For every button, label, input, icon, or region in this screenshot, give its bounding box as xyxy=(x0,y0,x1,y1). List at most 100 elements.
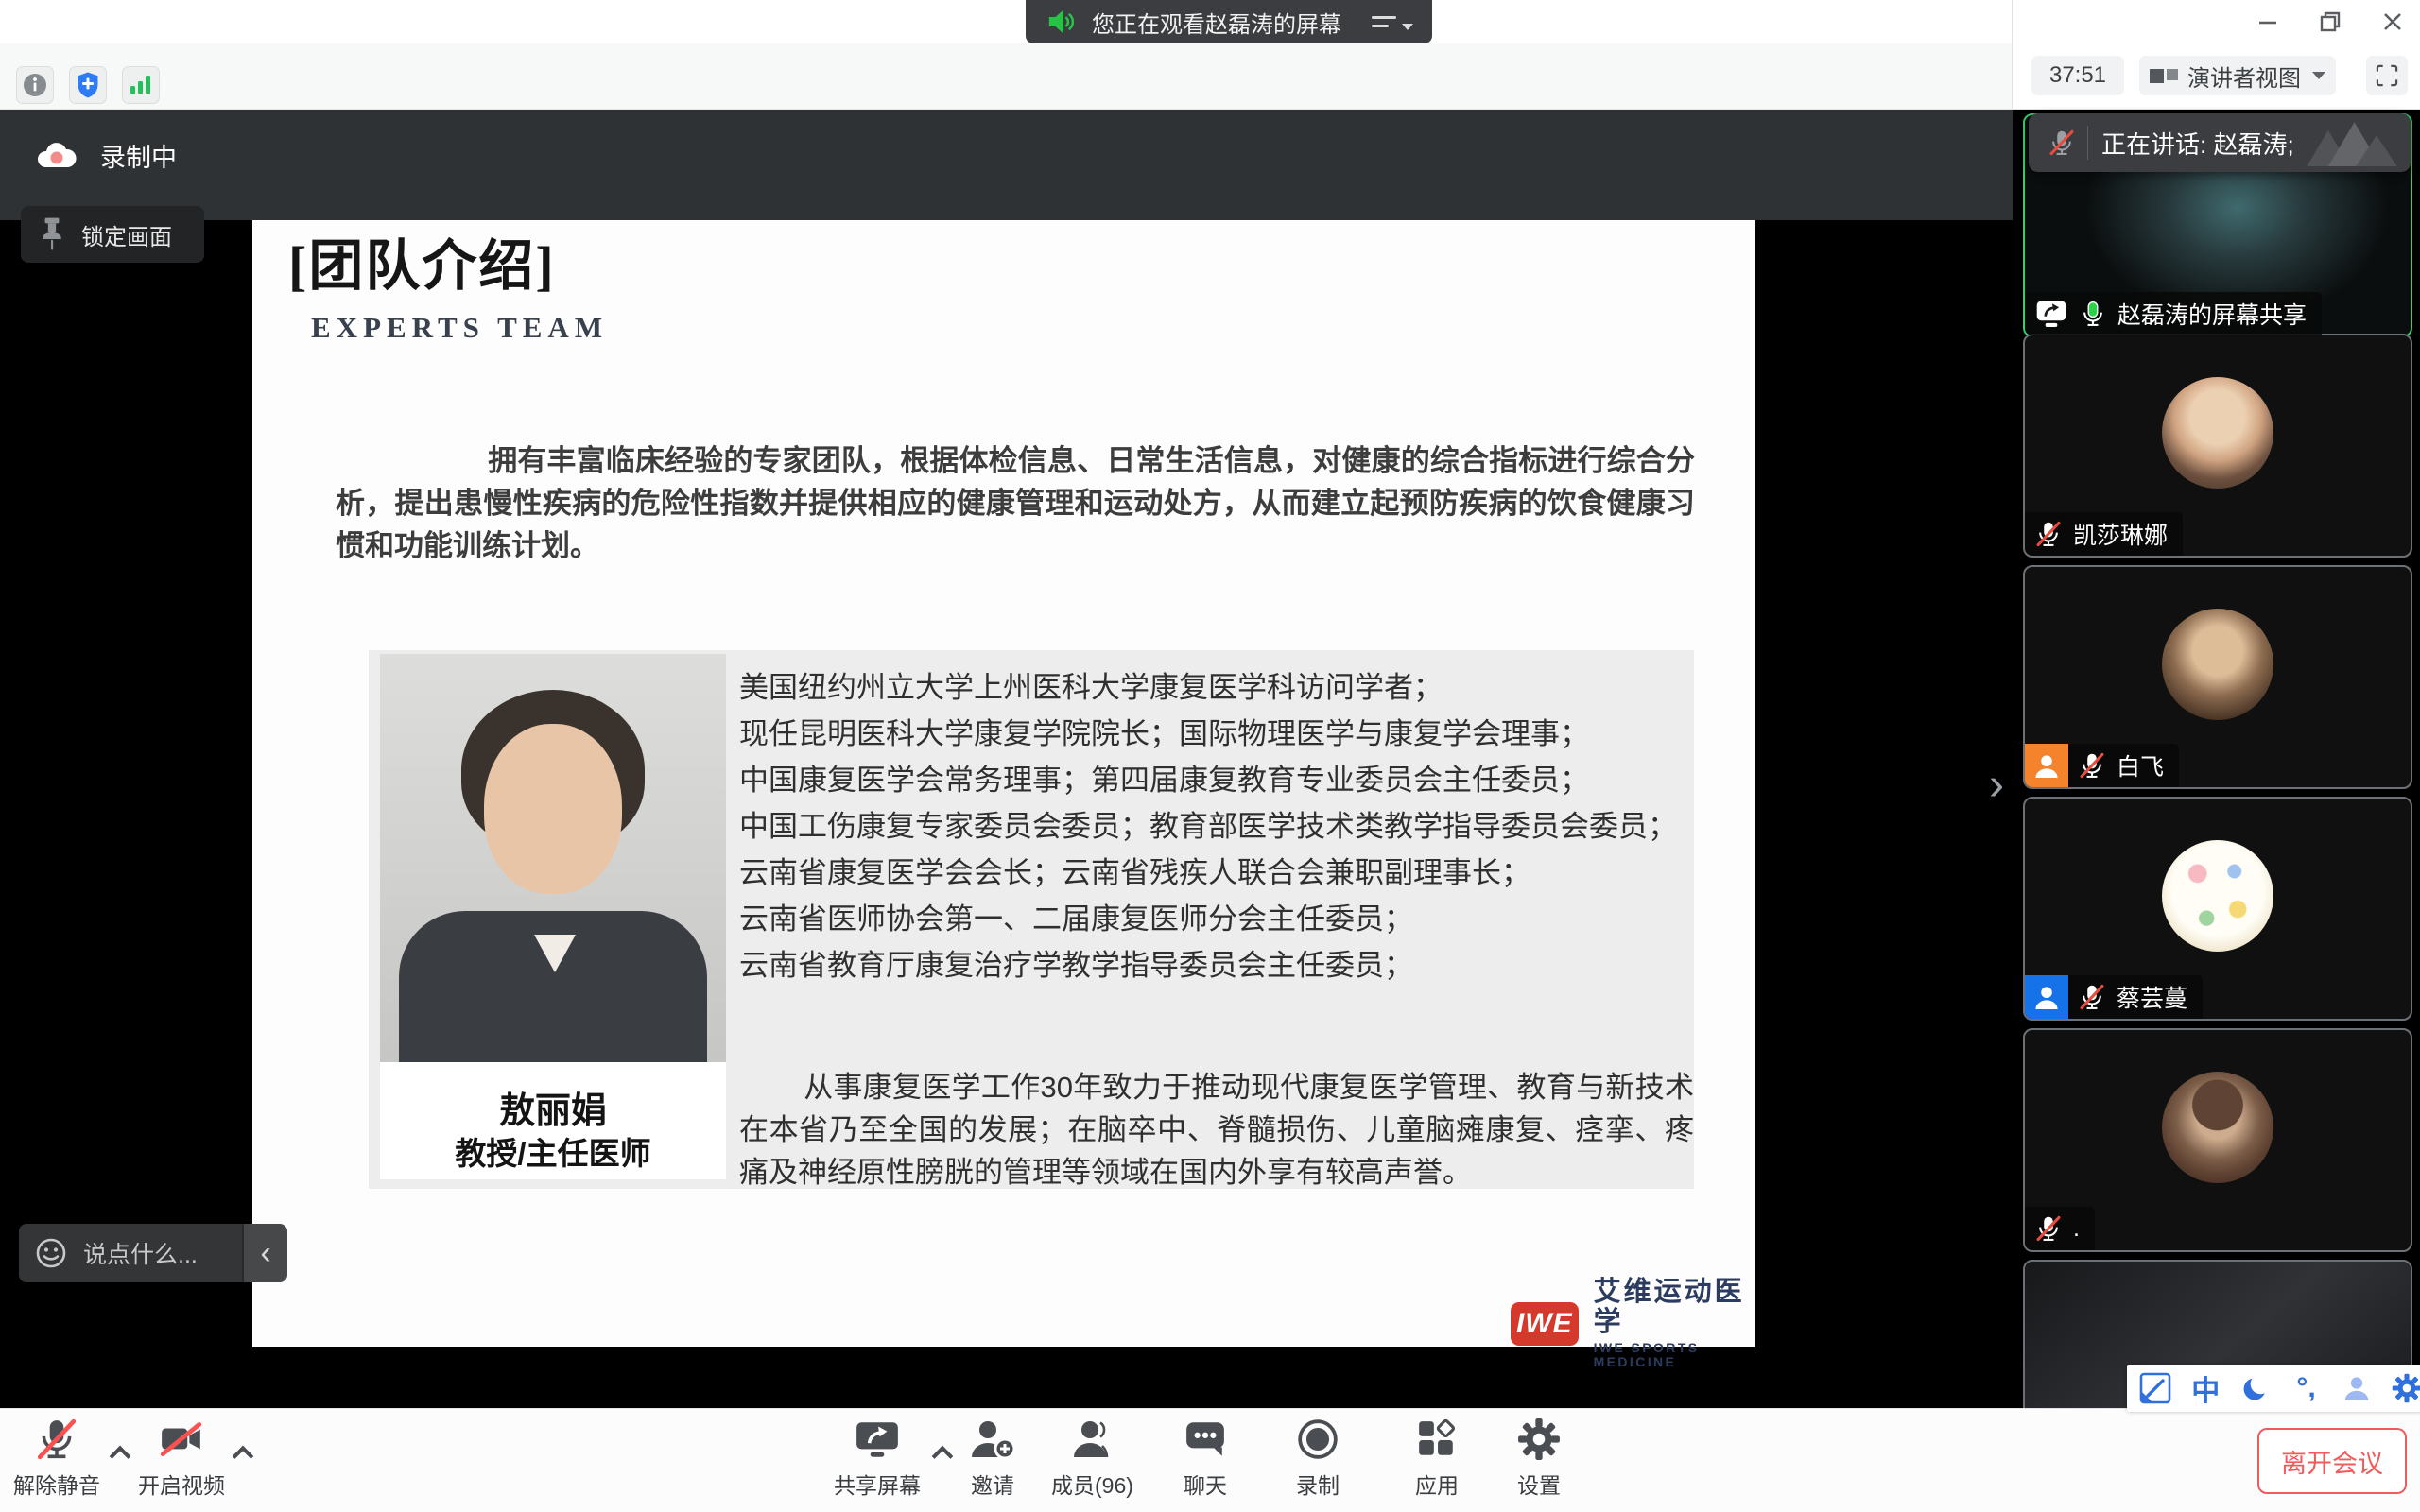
expert-photo xyxy=(380,654,726,1062)
recording-indicator: 录制中 xyxy=(34,137,177,174)
invite-label: 邀请 xyxy=(971,1468,1014,1500)
speaker-icon xyxy=(1046,8,1079,36)
participant-name: 蔡芸蔓 xyxy=(2117,980,2187,1014)
credential-item: 中国康复医学会常务理事；第四届康复教育专业委员会主任委员； xyxy=(739,757,1677,803)
hamburger-icon xyxy=(1372,16,1396,27)
meeting-timer: 37:51 xyxy=(2031,56,2124,95)
title-bar: 您正在观看赵磊涛的屏幕 xyxy=(0,0,2420,43)
participant-thumb[interactable]: 白飞 xyxy=(2023,565,2412,789)
leave-meeting-button[interactable]: 离开会议 xyxy=(2257,1428,2407,1494)
record-icon xyxy=(1296,1418,1340,1461)
ime-lang-button[interactable]: 中 xyxy=(2187,1369,2224,1407)
chat-input[interactable]: 说点什么... xyxy=(19,1224,257,1282)
emoji-icon[interactable] xyxy=(34,1236,68,1270)
caret-down-icon xyxy=(2312,72,2325,79)
banner-menu-icon[interactable] xyxy=(1372,14,1413,30)
video-options-caret[interactable] xyxy=(233,1443,253,1464)
apps-label: 应用 xyxy=(1415,1468,1459,1500)
window-controls xyxy=(2256,0,2405,43)
mic-slash-icon xyxy=(35,1418,78,1461)
invite-button[interactable]: 邀请 xyxy=(969,1418,1016,1500)
meeting-window: 您正在观看赵磊涛的屏幕 xyxy=(0,0,2420,1512)
network-stats-button[interactable] xyxy=(122,66,160,104)
expert-bio: 从事康复医学工作30年致力于推动现代康复医学管理、教育与新技术在本省乃至全国的发… xyxy=(739,1066,1694,1194)
record-button[interactable]: 录制 xyxy=(1296,1418,1340,1500)
person-badge-orange xyxy=(2025,744,2068,787)
meeting-timer-text: 37:51 xyxy=(2049,62,2106,89)
avatar xyxy=(2162,609,2273,720)
credential-item: 中国工伤康复专家委员会委员；教育部医学技术类教学指导委员会委员； xyxy=(739,803,1677,850)
ime-gear-icon[interactable] xyxy=(2388,1369,2420,1407)
chat-collapse-tab[interactable]: ‹ xyxy=(242,1224,287,1282)
person-badge-blue xyxy=(2025,975,2068,1019)
close-button[interactable] xyxy=(2380,9,2405,34)
invite-icon xyxy=(969,1418,1016,1461)
audio-options-caret[interactable] xyxy=(110,1443,130,1464)
view-mode-label: 演讲者视图 xyxy=(2187,60,2301,93)
mic-muted-icon xyxy=(2034,1212,2063,1245)
chevron-left-icon: ‹ xyxy=(260,1235,270,1272)
sidebar-collapse-handle[interactable]: › xyxy=(1979,756,2014,813)
meeting-info-button[interactable] xyxy=(16,66,54,104)
sidebar-controls: 37:51 演讲者视图 xyxy=(2013,43,2420,110)
settings-label: 设置 xyxy=(1517,1468,1561,1500)
chat-label: 聊天 xyxy=(1184,1468,1227,1500)
logo-mark: IWE xyxy=(1511,1302,1579,1346)
mic-muted-icon xyxy=(2078,749,2106,782)
start-video-button[interactable]: 开启视频 xyxy=(138,1418,225,1500)
slide-title: [团队介绍] xyxy=(288,233,556,300)
security-button[interactable] xyxy=(69,66,107,104)
share-screen-label: 共享屏幕 xyxy=(834,1468,921,1500)
lock-view-button[interactable]: 锁定画面 xyxy=(21,206,204,263)
apps-icon xyxy=(1416,1418,1458,1461)
credentials-list: 美国纽约州立大学上州医科大学康复医学科访问学者； 现任昆明医科大学康复学院院长；… xyxy=(739,664,1677,988)
watching-banner-text: 您正在观看赵磊涛的屏幕 xyxy=(1092,6,1341,39)
view-mode-button[interactable]: 演讲者视图 xyxy=(2139,56,2336,95)
settings-button[interactable]: 设置 xyxy=(1517,1418,1561,1500)
leave-meeting-label: 离开会议 xyxy=(2281,1443,2383,1480)
participant-thumb[interactable]: 蔡芸蔓 xyxy=(2023,797,2412,1021)
participant-name: . xyxy=(2073,1215,2080,1243)
logo-name-en: IWE SPORTS MEDICINE xyxy=(1594,1341,1755,1370)
participant-thumb[interactable]: 凯莎琳娜 xyxy=(2023,334,2412,558)
credential-item: 云南省康复医学会会长；云南省残疾人联合会兼职副理事长； xyxy=(739,850,1677,896)
share-options-caret[interactable] xyxy=(932,1443,953,1464)
ime-user-icon[interactable] xyxy=(2338,1369,2376,1407)
chat-icon xyxy=(1184,1418,1227,1461)
layout-grid-icon xyxy=(2150,69,2178,83)
credential-item: 云南省医师协会第一、二届康复医师分会主任委员； xyxy=(739,896,1677,942)
chat-placeholder: 说点什么... xyxy=(83,1236,198,1270)
minimize-button[interactable] xyxy=(2256,9,2280,34)
expert-photo-card: 敖丽娟 教授/主任医师 xyxy=(380,654,726,1179)
apps-button[interactable]: 应用 xyxy=(1415,1418,1459,1500)
lock-view-label: 锁定画面 xyxy=(81,218,172,251)
members-button[interactable]: 成员(96) xyxy=(1051,1418,1133,1500)
ime-punct-button[interactable]: °, xyxy=(2288,1369,2325,1407)
meeting-info-toolbar xyxy=(0,43,2013,110)
ime-toolbar: 中 °, xyxy=(2127,1365,2420,1412)
ime-pen-button[interactable] xyxy=(2136,1369,2174,1407)
screen-share-icon xyxy=(2034,297,2068,331)
shared-slide: [团队介绍] EXPERTS TEAM 拥有丰富临床经验的专家团队，根据体检信息… xyxy=(252,220,1755,1347)
members-icon xyxy=(1068,1418,1115,1461)
slide-intro: 拥有丰富临床经验的专家团队，根据体检信息、日常生活信息，对健康的综合指标进行综合… xyxy=(336,439,1695,567)
restore-button[interactable] xyxy=(2318,9,2342,34)
watching-banner: 您正在观看赵磊涛的屏幕 xyxy=(1026,0,1432,43)
chat-button[interactable]: 聊天 xyxy=(1184,1418,1227,1500)
participant-thumb[interactable]: . xyxy=(2023,1028,2412,1252)
logo: IWE 艾维运动医学 IWE SPORTS MEDICINE xyxy=(1511,1278,1755,1370)
cloud-recording-icon xyxy=(34,140,79,172)
start-video-label: 开启视频 xyxy=(138,1468,225,1500)
share-screen-icon xyxy=(854,1418,901,1461)
unmute-button[interactable]: 解除静音 xyxy=(13,1418,100,1500)
shield-plus-icon xyxy=(75,71,101,99)
credential-item: 现任昆明医科大学康复学院院长；国际物理医学与康复学会理事； xyxy=(739,711,1677,757)
credential-item: 美国纽约州立大学上州医科大学康复医学科访问学者； xyxy=(739,664,1677,711)
ime-moon-icon[interactable] xyxy=(2237,1369,2274,1407)
speaking-banner: 正在讲话: 赵磊涛; xyxy=(2029,113,2411,172)
gear-icon xyxy=(1517,1418,1561,1461)
share-screen-button[interactable]: 共享屏幕 xyxy=(834,1418,921,1500)
fullscreen-button[interactable] xyxy=(2366,56,2408,95)
speaking-label: 正在讲话: 赵磊涛; xyxy=(2101,126,2294,161)
signal-bars-icon xyxy=(129,74,153,96)
